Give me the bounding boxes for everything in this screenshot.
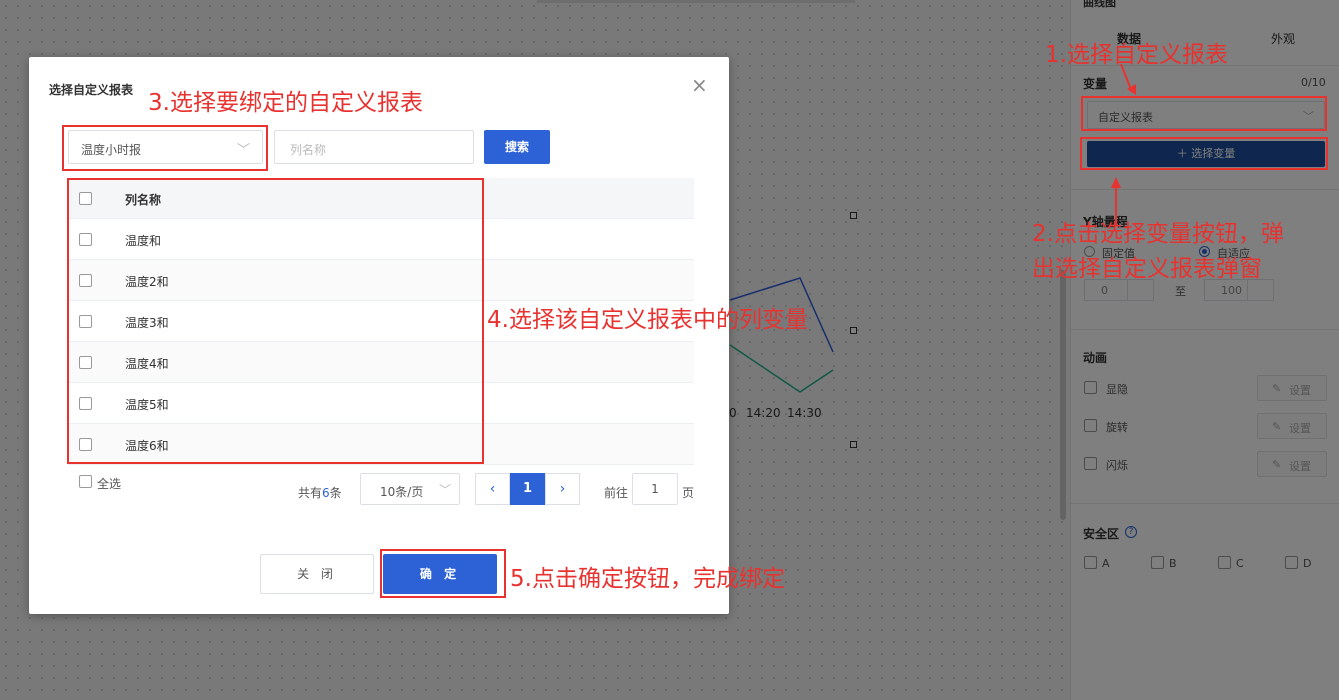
annotation-step4: 4.选择该自定义报表中的列变量 <box>487 307 808 333</box>
annotation-step2-line2: 出选择自定义报表弹窗 <box>1032 256 1262 282</box>
annotation-step1: 1.选择自定义报表 <box>1045 42 1228 68</box>
annotation-step2-line1: 2.点击选择变量按钮，弹 <box>1032 221 1284 247</box>
annotation-step5: 5.点击确定按钮，完成绑定 <box>510 566 785 592</box>
annotation-step3: 3.选择要绑定的自定义报表 <box>148 90 423 116</box>
